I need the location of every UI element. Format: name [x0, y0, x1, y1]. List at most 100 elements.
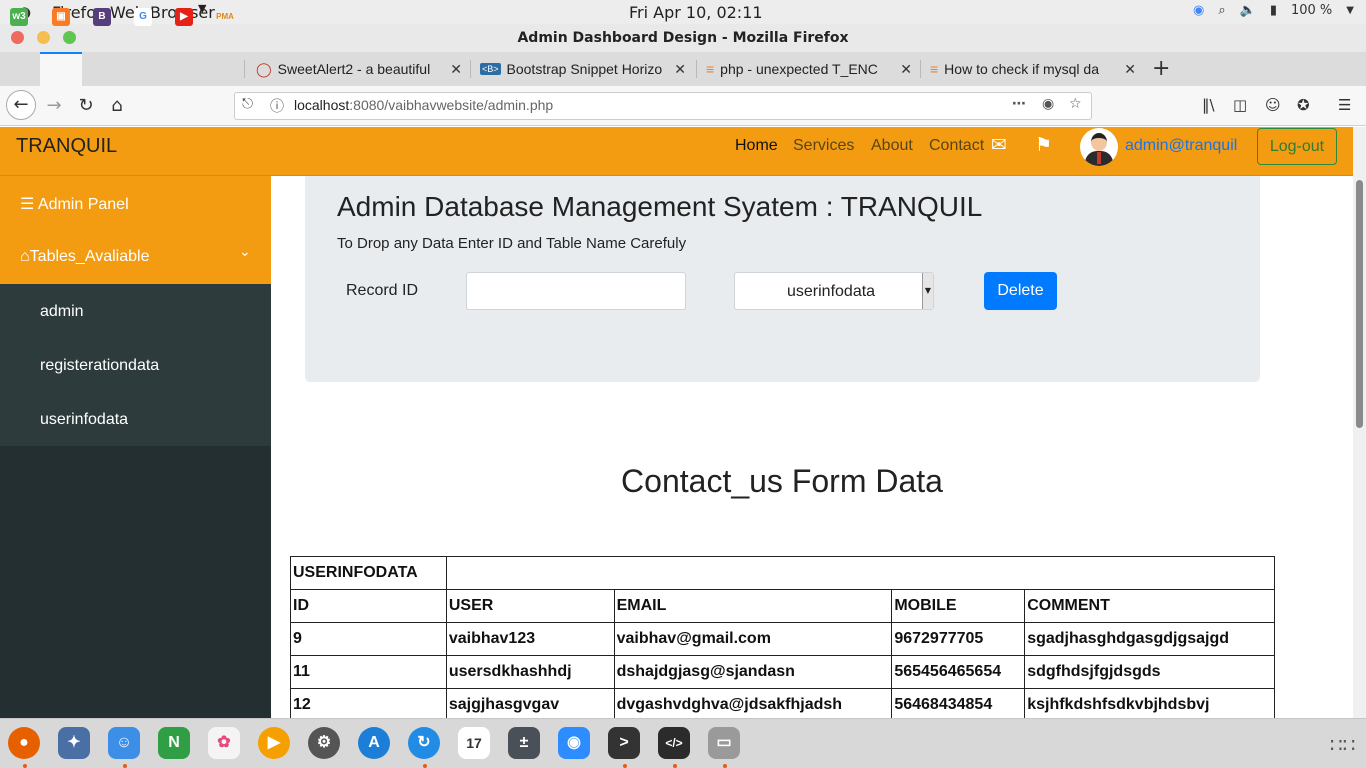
screen-dock-icon[interactable]: ▭: [708, 727, 740, 759]
table-caption-spacer: [445, 556, 1276, 590]
cell-comment: sgadjhasghdgasgdjgsajgd: [1024, 622, 1275, 656]
forward-arrow-icon[interactable]: →: [40, 92, 68, 120]
running-indicator: [673, 764, 677, 768]
tab-bootstrap-snippet[interactable]: <B> Bootstrap Snippet Horizo ✕: [480, 52, 688, 86]
admin-avatar[interactable]: [1080, 128, 1118, 166]
chrome-tray-icon[interactable]: ◉: [1193, 3, 1204, 18]
userinfo-table: USERINFODATA ID USER EMAIL MOBILE COMMEN…: [290, 556, 1276, 722]
os-clock[interactable]: Fri Apr 10, 02:11: [629, 3, 763, 22]
url-text[interactable]: localhost:8080/vaibhavwebsite/admin.php: [294, 97, 553, 113]
nav-home-link[interactable]: Home: [735, 137, 778, 155]
sidebar-admin-panel[interactable]: ☰ Admin Panel: [20, 194, 129, 214]
select-arrow-icon[interactable]: ▼: [922, 273, 933, 309]
calendar-dock-icon[interactable]: 17: [458, 727, 490, 759]
user-email-link[interactable]: admin@tranquil: [1125, 137, 1237, 155]
battery-icon[interactable]: ▮: [1270, 3, 1277, 18]
settings-dock-icon[interactable]: ⚙: [308, 727, 340, 759]
cell-email: dvgashvdghva@jdsakfhjadsh: [613, 688, 893, 722]
back-arrow-icon[interactable]: ←: [6, 90, 36, 120]
notes-dock-icon[interactable]: N: [158, 727, 190, 759]
bootstrap-tab-icon[interactable]: B: [93, 8, 111, 26]
hamburger-menu-icon[interactable]: ☰: [1338, 96, 1351, 114]
sidebar-item-admin[interactable]: admin: [40, 303, 84, 321]
wifi-icon[interactable]: ⌕: [1218, 3, 1225, 18]
table-header-row: ID USER EMAIL MOBILE COMMENT: [290, 589, 1275, 623]
account-icon[interactable]: ☺: [1265, 96, 1281, 114]
firefox-dock-icon[interactable]: ●: [8, 727, 40, 759]
new-tab-plus-icon[interactable]: +: [1152, 56, 1170, 81]
eagle-dock-icon[interactable]: ✦: [58, 727, 90, 759]
sidebar-tables-toggle[interactable]: ⌂Tables_Avaliable: [20, 248, 149, 266]
photos-dock-icon[interactable]: ✿: [208, 727, 240, 759]
youtube-tab-icon[interactable]: ▶: [175, 8, 193, 26]
tab-php-unexpected[interactable]: ≡ php - unexpected T_ENC ✕: [706, 52, 914, 86]
home-icon[interactable]: ⌂: [103, 92, 131, 120]
section-title: Contact_us Form Data: [621, 463, 943, 499]
table-name-select[interactable]: userinfodata ▼: [734, 272, 934, 310]
close-tab-icon[interactable]: ✕: [450, 61, 462, 78]
maximize-window-button[interactable]: [63, 31, 76, 44]
site-info-icon[interactable]: ⓘ: [270, 96, 284, 116]
bell-icon[interactable]: ⚑: [1035, 134, 1052, 156]
battery-caret-icon[interactable]: ▼: [1346, 5, 1354, 16]
list-icon: ☰: [20, 196, 35, 213]
extension-icon[interactable]: ✪: [1297, 96, 1310, 114]
tab-separator: [696, 60, 697, 78]
table-row: 9 vaibhav123 vaibhav@gmail.com 967297770…: [290, 622, 1275, 656]
minimize-window-button[interactable]: [37, 31, 50, 44]
code-editor-dock-icon[interactable]: </>: [658, 727, 690, 759]
scrollbar-thumb[interactable]: [1356, 180, 1363, 428]
sidebar-toggle-icon[interactable]: ◫: [1233, 96, 1247, 114]
terminal-dock-icon[interactable]: >: [608, 727, 640, 759]
stackoverflow-tab-icon: ≡: [930, 61, 939, 77]
nav-contact-link[interactable]: Contact: [929, 137, 984, 155]
w3schools-tab-icon[interactable]: w3: [10, 8, 28, 26]
nav-services-link[interactable]: Services: [793, 137, 854, 155]
app-menu-caret-icon[interactable]: ▼: [198, 2, 206, 15]
google-tab-icon[interactable]: G: [134, 8, 152, 26]
zoom-dock-icon[interactable]: ◉: [558, 727, 590, 759]
stackoverflow-tab-icon: ≡: [706, 61, 715, 77]
cell-mobile: 56468434854: [891, 688, 1026, 722]
xampp-tab-icon[interactable]: ▣: [52, 8, 70, 26]
panel-title: Admin Database Management Syatem : TRANQ…: [337, 191, 983, 222]
envelope-icon[interactable]: ✉: [991, 134, 1007, 156]
app-grid-icon[interactable]: ∷∷: [1330, 733, 1355, 757]
tab-label: SweetAlert2 - a beautiful: [277, 61, 431, 77]
cell-comment: sdgfhdsjfgjdsgds: [1024, 655, 1275, 689]
tab-mysql-check[interactable]: ≡ How to check if mysql da ✕: [930, 52, 1138, 86]
window-title: Admin Dashboard Design - Mozilla Firefox: [0, 24, 1366, 52]
cell-comment: ksjhfkdshfsdkvbjhdsbvj: [1024, 688, 1275, 722]
record-id-input[interactable]: [466, 272, 686, 310]
delete-button[interactable]: Delete: [984, 272, 1057, 310]
volume-icon[interactable]: 🔈: [1240, 3, 1256, 18]
reload-icon[interactable]: ↻: [72, 92, 100, 120]
media-player-dock-icon[interactable]: ▶: [258, 727, 290, 759]
close-tab-icon[interactable]: ✕: [674, 61, 686, 78]
running-indicator: [623, 764, 627, 768]
calculator-dock-icon[interactable]: ±: [508, 727, 540, 759]
bookmark-star-icon[interactable]: ☆: [1069, 96, 1082, 112]
sidebar-item-userinfodata[interactable]: userinfodata: [40, 411, 128, 429]
site-brand[interactable]: TRANQUIL: [16, 135, 117, 158]
tab-xampp-active[interactable]: [40, 52, 82, 86]
pocket-icon[interactable]: ◉: [1042, 96, 1054, 112]
library-icon[interactable]: ‖\: [1202, 96, 1215, 114]
chevron-down-icon[interactable]: ⌄: [239, 244, 251, 260]
sidebar-item-registerationdata[interactable]: registerationdata: [40, 357, 159, 375]
close-window-button[interactable]: [11, 31, 24, 44]
app-store-dock-icon[interactable]: A: [358, 727, 390, 759]
close-tab-icon[interactable]: ✕: [900, 61, 912, 78]
table-row: 11 usersdkhashhdj dshajdgjasg@sjandasn 5…: [290, 655, 1275, 689]
sync-dock-icon[interactable]: ↻: [408, 727, 440, 759]
tab-label: php - unexpected T_ENC: [720, 61, 878, 77]
finder-dock-icon[interactable]: ☺: [108, 727, 140, 759]
sweetalert-tab-icon: ◯: [256, 60, 272, 77]
tracking-shield-icon[interactable]: ⎋: [242, 96, 253, 112]
logout-button[interactable]: Log-out: [1257, 128, 1337, 165]
close-tab-icon[interactable]: ✕: [1124, 61, 1136, 78]
phpmyadmin-tab-icon[interactable]: PMA: [216, 8, 234, 26]
tab-sweetalert2[interactable]: ◯ SweetAlert2 - a beautiful ✕: [256, 52, 464, 86]
nav-about-link[interactable]: About: [871, 137, 913, 155]
page-actions-icon[interactable]: ⋯: [1012, 96, 1026, 112]
